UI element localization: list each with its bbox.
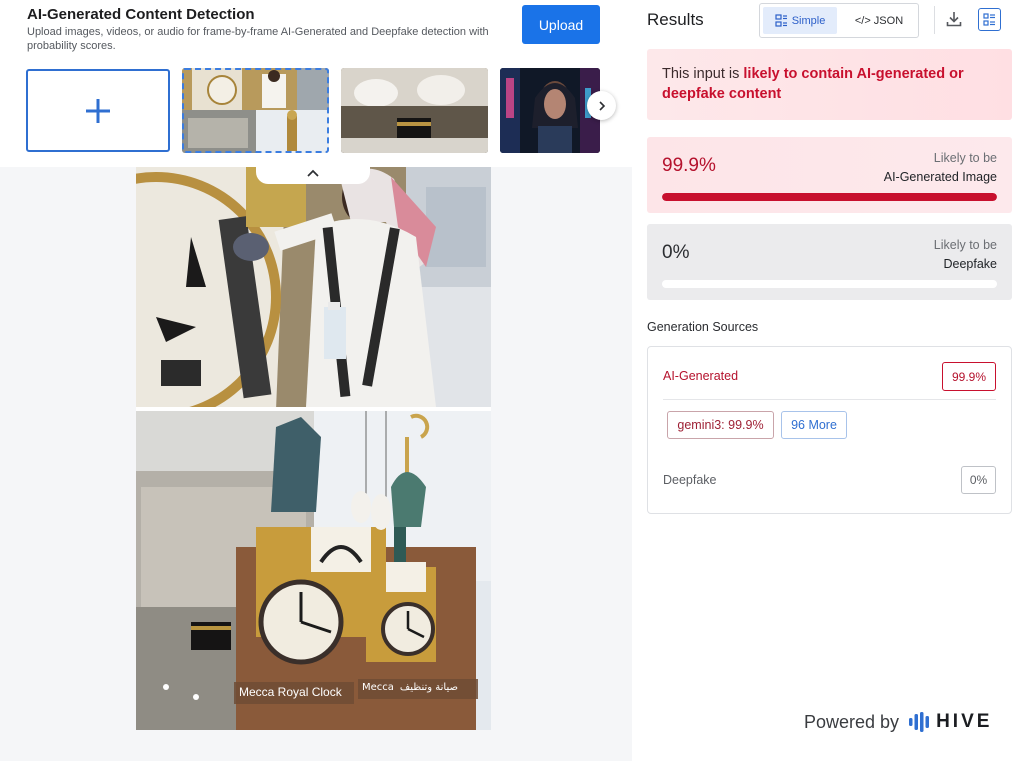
media-preview: Mecca Royal Clock Mecca صيانة وتنظيف [136, 167, 491, 730]
deepfake-score-card: 0% Likely to be Deepfake [647, 224, 1012, 300]
ai-score-bar-fill [662, 193, 997, 201]
deepfake-score-bar [662, 280, 997, 288]
generation-sources-heading: Generation Sources [647, 320, 759, 334]
deepfake-score: 0% [662, 242, 690, 263]
list-view-icon [983, 13, 995, 26]
results-panel: Results Simple </> JSON This input is li… [632, 0, 1024, 761]
source-deepfake-value: 0% [961, 466, 996, 494]
hive-brand-name: HIVE [936, 711, 993, 732]
upload-pane: AI-Generated Content Detection Upload im… [0, 0, 632, 761]
simple-view-button[interactable]: Simple [763, 7, 837, 34]
list-view-button[interactable] [978, 8, 1001, 31]
more-models-button[interactable]: 96 More [781, 411, 847, 439]
thumbnail-3[interactable] [500, 68, 600, 153]
collapse-carousel-button[interactable] [256, 162, 370, 184]
ai-class-label: AI-Generated Image [883, 170, 997, 184]
ai-generated-score: 99.9% [662, 155, 716, 176]
preview-caption-latin: Mecca [362, 682, 394, 693]
download-icon[interactable] [945, 10, 963, 28]
source-ai-value: 99.9% [942, 362, 996, 391]
ai-likely-label: Likely to be [933, 151, 997, 165]
add-media-tile[interactable] [26, 69, 170, 152]
ai-score-bar [662, 193, 997, 201]
hive-logo-icon [909, 712, 930, 732]
plus-icon [86, 98, 110, 123]
ai-generated-score-card: 99.9% Likely to be AI-Generated Image [647, 137, 1012, 213]
hive-logo[interactable]: HIVE [908, 711, 992, 733]
carousel-next-button[interactable] [587, 91, 616, 120]
model-chip[interactable]: gemini3: 99.9% [667, 411, 774, 439]
verdict-prefix: This input is [662, 66, 744, 82]
generation-sources-box: AI-Generated 99.9% gemini3: 99.9% 96 Mor… [647, 346, 1012, 514]
sources-divider [663, 399, 996, 400]
json-view-label: </> JSON [854, 14, 904, 27]
powered-by-text: Powered by [804, 711, 900, 732]
thumbnail-selected[interactable] [182, 68, 329, 153]
simple-view-label: Simple [791, 14, 826, 27]
results-title: Results [647, 10, 704, 29]
page-title: AI-Generated Content Detection [27, 6, 255, 23]
verdict-banner: This input is likely to contain AI-gener… [647, 49, 1012, 120]
ai-generated-score-label: Likely to be AI-Generated Image [884, 149, 997, 187]
upload-button[interactable]: Upload [522, 5, 600, 44]
toolbar-divider [934, 6, 935, 34]
upload-header: AI-Generated Content Detection Upload im… [0, 0, 632, 167]
page-description: Upload images, videos, or audio for fram… [27, 26, 489, 52]
view-toggle: Simple </> JSON [759, 3, 919, 38]
preview-caption-arabic: صيانة وتنظيف [399, 682, 458, 693]
powered-by: Powered by HIVE [804, 711, 992, 733]
deepfake-score-label: Likely to be Deepfake [934, 236, 997, 274]
preview-caption-right: Mecca صيانة وتنظيف [362, 682, 458, 693]
source-deepfake-label: Deepfake [663, 473, 717, 487]
deepfake-class-label: Deepfake [943, 257, 997, 271]
source-ai-label: AI-Generated [663, 369, 739, 383]
chevron-right-icon [598, 100, 605, 111]
chevron-up-icon [307, 169, 319, 177]
preview-caption-left: Mecca Royal Clock [239, 685, 342, 699]
simple-view-icon [775, 14, 787, 27]
deepfake-likely-label: Likely to be [933, 238, 997, 252]
json-view-button[interactable]: </> JSON [843, 7, 915, 34]
thumbnail-2[interactable] [341, 68, 488, 153]
